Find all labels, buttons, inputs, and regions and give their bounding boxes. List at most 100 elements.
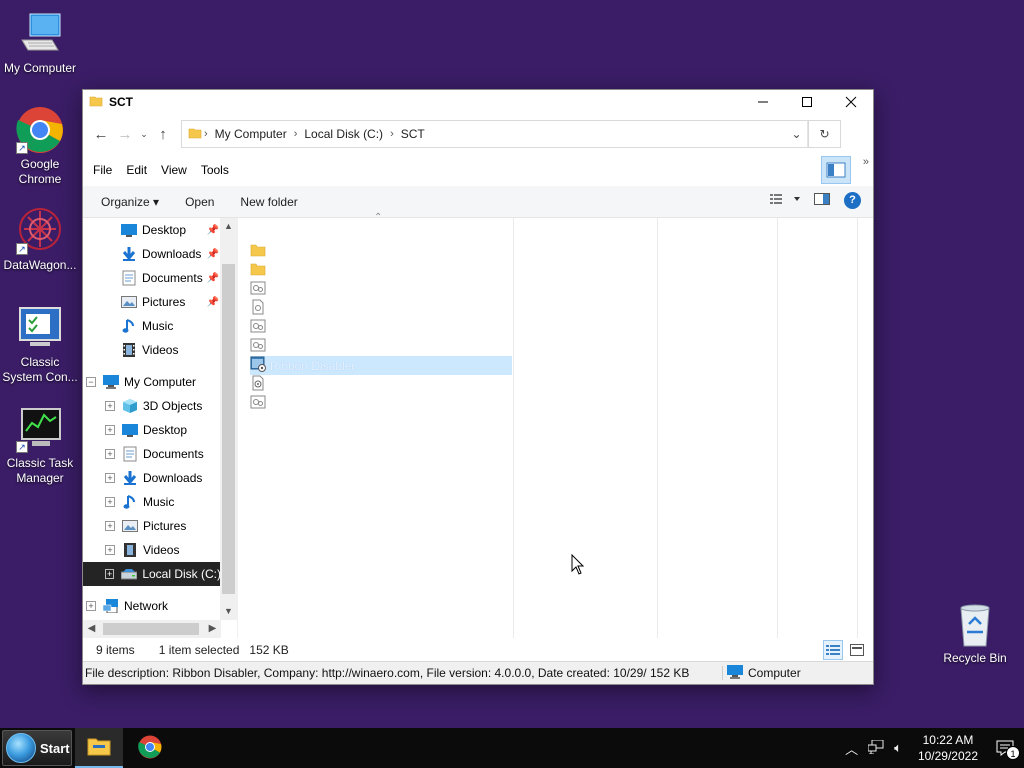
explorer-window[interactable]: SCT ← → ⌄ ↑ › My Computer › Local Disk (…	[82, 89, 874, 685]
network-icon[interactable]	[867, 739, 884, 757]
nav-item-local-disk[interactable]: + Local Disk (C:)	[83, 562, 221, 586]
nav-item-documents[interactable]: + Documents	[83, 442, 221, 466]
desktop-icon-label: DataWagon...	[3, 258, 77, 272]
nav-item-music[interactable]: + Music	[83, 490, 221, 514]
settings-file-icon	[250, 338, 266, 355]
menu-tools[interactable]: Tools	[201, 163, 229, 177]
scroll-left-icon[interactable]: ◀	[83, 620, 100, 638]
menu-edit[interactable]: Edit	[126, 163, 147, 177]
open-button[interactable]: Open	[185, 195, 214, 209]
expand-icon[interactable]: +	[105, 401, 115, 411]
expand-icon[interactable]: +	[105, 521, 115, 531]
up-button[interactable]: ↑	[151, 122, 175, 146]
large-icons-view-button[interactable]	[847, 640, 867, 660]
breadcrumb-my-computer[interactable]: My Computer	[215, 127, 287, 141]
volume-icon[interactable]: 🔈︎	[894, 740, 902, 756]
desktop-icon-google-chrome[interactable]: ↗ Google Chrome	[0, 106, 80, 187]
address-bar[interactable]: › My Computer › Local Disk (C:) › SCT ⌄	[181, 120, 809, 148]
nav-item-downloads[interactable]: + Downloads	[83, 466, 221, 490]
forward-button[interactable]: →	[113, 122, 137, 146]
refresh-button[interactable]: ↻	[809, 120, 841, 148]
nav-item-quick-documents[interactable]: Documents 📌	[83, 266, 221, 290]
organize-button[interactable]: Organize ▾	[101, 195, 159, 209]
change-view-button[interactable]	[770, 193, 800, 208]
chevron-right-icon[interactable]: »	[863, 156, 869, 168]
nav-item-label: Videos	[143, 543, 180, 557]
scroll-up-icon[interactable]: ▲	[220, 218, 237, 235]
expand-icon[interactable]: +	[105, 545, 115, 555]
title-bar[interactable]: SCT	[83, 90, 873, 114]
nav-vertical-scrollbar[interactable]: ▲ ▼	[220, 218, 237, 620]
preview-pane-icon[interactable]	[814, 193, 830, 208]
scrollbar-thumb[interactable]	[103, 623, 199, 635]
preview-pane-toggle-button[interactable]	[821, 156, 851, 184]
nav-item-desktop[interactable]: + Desktop	[83, 418, 221, 442]
scrollbar-thumb[interactable]	[222, 264, 235, 594]
pin-icon: 📌	[206, 224, 219, 236]
minimize-button[interactable]	[741, 90, 785, 114]
expand-icon[interactable]: +	[105, 449, 115, 459]
nav-item-network[interactable]: + Network	[83, 594, 221, 618]
file-row[interactable]	[250, 375, 512, 394]
expand-icon[interactable]: +	[105, 425, 115, 435]
taskbar-file-explorer[interactable]	[75, 728, 123, 768]
start-button[interactable]: Start	[2, 730, 72, 766]
nav-item-3d-objects[interactable]: + 3D Objects	[83, 394, 221, 418]
nav-horizontal-scrollbar[interactable]: ◀ ▶	[83, 620, 221, 638]
expand-icon[interactable]: +	[86, 601, 96, 611]
desktop-icon-classic-system-control[interactable]: Classic System Con...	[0, 304, 80, 385]
navigation-pane[interactable]: Desktop 📌 Downloads 📌 Documents 📌 Pictur…	[83, 218, 238, 638]
file-row[interactable]	[250, 261, 512, 280]
nav-item-quick-pictures[interactable]: Pictures 📌	[83, 290, 221, 314]
help-icon[interactable]: ?	[844, 192, 861, 209]
address-dropdown-icon[interactable]: ⌄	[786, 121, 808, 147]
nav-item-quick-desktop[interactable]: Desktop 📌	[83, 218, 221, 242]
maximize-button[interactable]	[785, 90, 829, 114]
new-folder-button[interactable]: New folder	[240, 195, 297, 209]
column-divider	[857, 218, 858, 638]
desktop-icon-classic-task-manager[interactable]: ↗ Classic Task Manager	[0, 405, 80, 486]
details-view-button[interactable]	[823, 640, 843, 660]
nav-item-label: Desktop	[142, 223, 187, 237]
nav-item-quick-music[interactable]: Music	[83, 314, 221, 338]
file-row[interactable]	[250, 242, 512, 261]
file-row[interactable]	[250, 280, 512, 299]
back-button[interactable]: ←	[89, 122, 113, 146]
system-tray: ︿ 🔈︎ 10:22 AM 10/29/2022 1	[845, 728, 1024, 768]
close-button[interactable]	[829, 90, 873, 114]
expand-icon[interactable]: +	[105, 473, 115, 483]
file-row[interactable]	[250, 337, 512, 356]
taskbar-google-chrome[interactable]	[126, 728, 174, 768]
scroll-down-icon[interactable]: ▼	[220, 603, 237, 620]
breadcrumb-separator: ›	[204, 128, 208, 140]
nav-item-my-computer[interactable]: − My Computer	[83, 370, 221, 394]
expand-icon[interactable]: +	[105, 497, 115, 507]
file-size-info: 152 KB	[649, 666, 690, 680]
menu-view[interactable]: View	[161, 163, 187, 177]
file-list-pane[interactable]: ⌃ Ribbon Disabler	[238, 212, 873, 638]
recent-locations-dropdown[interactable]: ⌄	[137, 122, 151, 146]
file-row-ribbon-disabler[interactable]: Ribbon Disabler	[250, 356, 512, 375]
nav-item-quick-downloads[interactable]: Downloads 📌	[83, 242, 221, 266]
desktop-icon-recycle-bin[interactable]: Recycle Bin	[935, 600, 1015, 666]
show-hidden-icons-chevron-icon[interactable]: ︿	[845, 739, 858, 758]
desktop-icon-datawagon[interactable]: ↗ DataWagon...	[0, 207, 80, 273]
menu-file[interactable]: File	[93, 163, 112, 177]
file-row[interactable]	[250, 394, 512, 413]
scroll-right-icon[interactable]: ▶	[204, 620, 221, 638]
folder-icon	[250, 262, 266, 279]
nav-item-label: Music	[142, 319, 174, 333]
nav-item-quick-videos[interactable]: Videos	[83, 338, 221, 362]
expand-icon[interactable]: +	[105, 569, 115, 579]
nav-item-videos[interactable]: + Videos	[83, 538, 221, 562]
collapse-icon[interactable]: −	[86, 377, 96, 387]
breadcrumb-sct[interactable]: SCT	[401, 127, 425, 141]
clock[interactable]: 10:22 AM 10/29/2022	[918, 732, 978, 764]
desktop-icon-my-computer[interactable]: My Computer	[0, 10, 80, 76]
file-row[interactable]	[250, 299, 512, 318]
nav-item-pictures[interactable]: + Pictures	[83, 514, 221, 538]
action-center-button[interactable]: 1	[992, 736, 1020, 760]
mouse-cursor-icon	[571, 553, 585, 579]
file-row[interactable]	[250, 318, 512, 337]
breadcrumb-local-disk[interactable]: Local Disk (C:)	[304, 127, 383, 141]
